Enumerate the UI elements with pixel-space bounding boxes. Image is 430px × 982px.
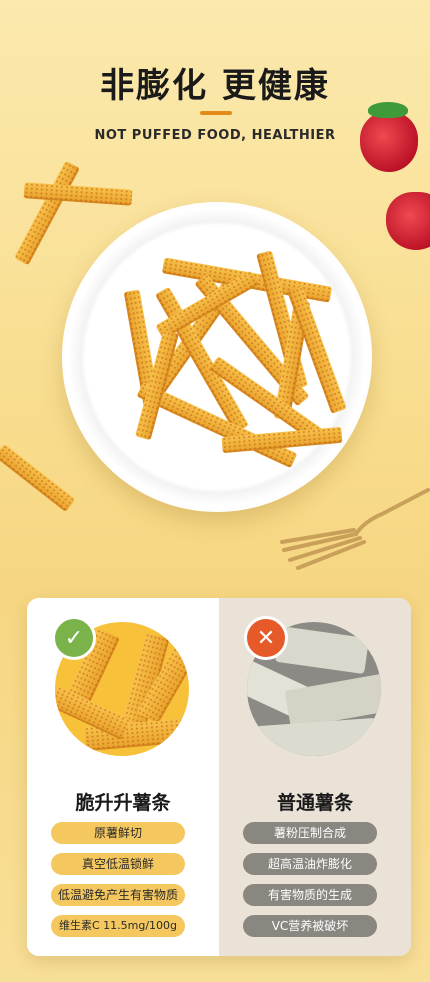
comparison-column-ordinary: ✕ 普通薯条 薯粉压制合成 超高温油炸膨化 有害物质的生成 VC营养被破坏: [219, 598, 411, 956]
fries-plate-image: [62, 202, 372, 512]
ordinary-feature-2: 超高温油炸膨化: [243, 853, 377, 875]
comparison-column-ours: ✓ 脆升升薯条 原薯鲜切 真空低温锁鲜 低温避免产生有害物质 维生素C 11.5…: [27, 598, 219, 956]
ordinary-product-title: 普通薯条: [276, 792, 353, 814]
our-feature-1: 原薯鲜切: [51, 822, 185, 844]
background-fry: [0, 443, 76, 513]
fork-image: [280, 488, 430, 570]
strawberry-image: [386, 192, 430, 250]
background-fry: [23, 182, 133, 206]
comparison-card: ✓ 脆升升薯条 原薯鲜切 真空低温锁鲜 低温避免产生有害物质 维生素C 11.5…: [27, 598, 411, 956]
ordinary-feature-3: 有害物质的生成: [243, 884, 377, 906]
page-title: 非膨化 更健康: [100, 66, 330, 106]
check-icon: ✓: [52, 616, 96, 660]
our-feature-2: 真空低温锁鲜: [51, 853, 185, 875]
title-divider: [200, 111, 232, 115]
background-fry: [14, 160, 80, 266]
page: 非膨化 更健康 NOT PUFFED FOOD, HEALTHIER ✓ 脆升升…: [0, 0, 430, 982]
cross-icon: ✕: [244, 616, 288, 660]
ordinary-feature-4: VC营养被破坏: [243, 915, 377, 937]
ordinary-feature-1: 薯粉压制合成: [243, 822, 377, 844]
our-product-title: 脆升升薯条: [75, 792, 171, 814]
our-feature-4: 维生素C 11.5mg/100g: [51, 915, 185, 937]
our-feature-3: 低温避免产生有害物质: [51, 884, 185, 906]
page-subtitle: NOT PUFFED FOOD, HEALTHIER: [94, 128, 336, 143]
